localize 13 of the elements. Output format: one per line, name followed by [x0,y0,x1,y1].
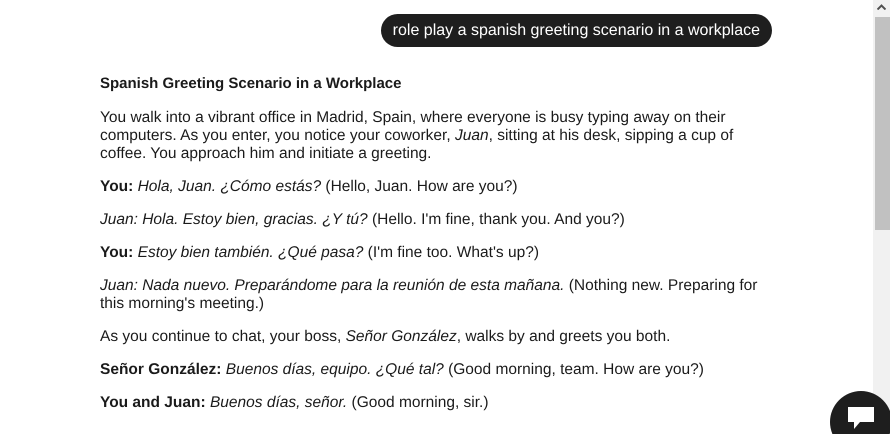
speech-bubble-icon [846,405,876,431]
user-message: role play a spanish greeting scenario in a workplace [380,14,772,47]
response-paragraph: As you continue to chat, your boss, Señor González, walks by and greets you both. [100,328,672,346]
response-paragraph: You: Hola, Juan. ¿Cómo estás? (Hello, Juan. How are you?) [100,178,519,196]
response-paragraph: You walk into a vibrant office in Madrid, Spain, where everyone is busy typing away on their computers. As you enter, you notice your coworker, Juan, sitting at his desk, sipping a cup of coffee. You approach him and initiate a greeting. [100,109,734,163]
scrollbar-thumb[interactable] [875,17,890,230]
response-title: Spanish Greeting Scenario in a Workplace [100,75,402,93]
scroll-up-icon[interactable] [877,4,886,10]
response-paragraph: You: Estoy bien también. ¿Qué pasa? (I'm fine too. What's up?) [100,244,540,262]
response-paragraph: Juan: Nada nuevo. Preparándome para la reunión de esta mañana. (Nothing new. Preparing for this morning's meeting.) [100,277,758,313]
response-paragraph: Juan: Hola. Estoy bien, gracias. ¿Y tú? (Hello. I'm fine, thank you. And you?) [100,211,626,229]
response-paragraph: You and Juan: Buenos días, señor. (Good morning, sir.) [100,394,490,412]
response-paragraph: Señor González: Buenos días, equipo. ¿Qué tal? (Good morning, team. How are you?) [100,361,705,379]
